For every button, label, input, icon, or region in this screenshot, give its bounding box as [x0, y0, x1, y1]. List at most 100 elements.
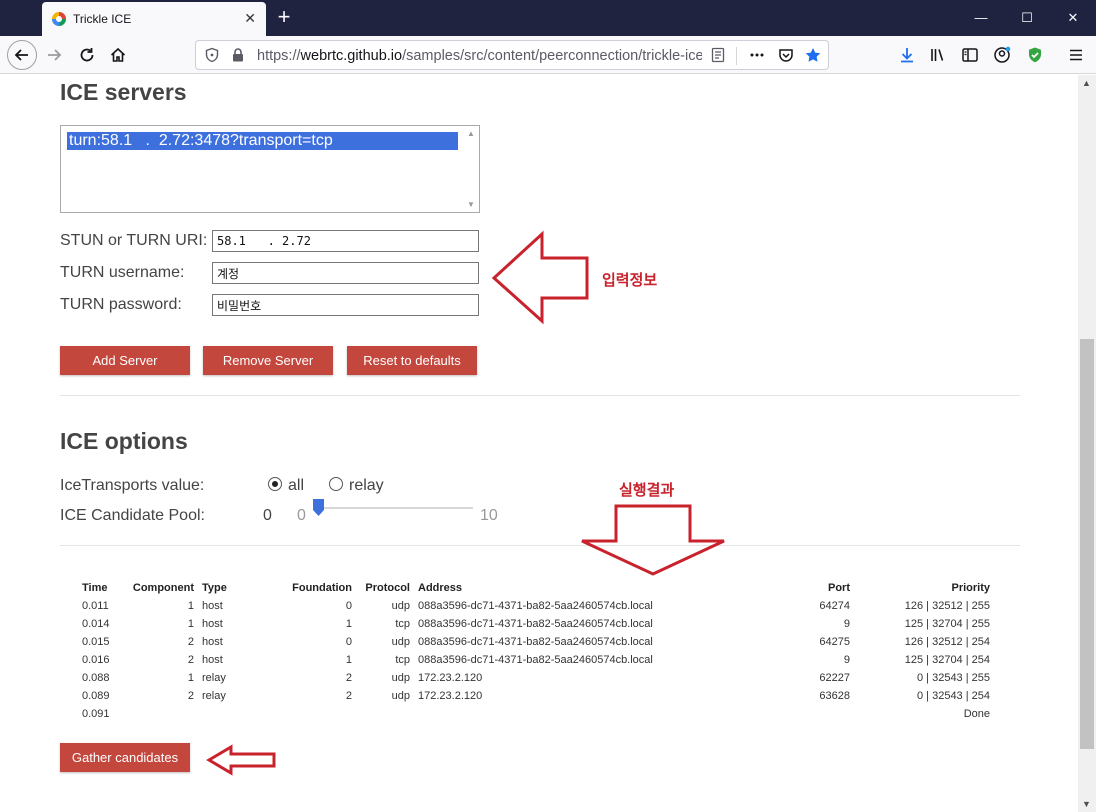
cell-foundation: 1 [345, 654, 352, 666]
username-input[interactable] [212, 262, 479, 284]
servers-listbox[interactable]: turn:58.1 . 2.72:3478?transport=tcp ▲ ▼ [60, 125, 480, 213]
add-server-button[interactable]: Add Server [60, 346, 190, 375]
minimize-button[interactable]: — [958, 0, 1004, 36]
page-scrollbar[interactable]: ▲ ▼ [1078, 75, 1096, 812]
cell-address: 172.23.2.120 [418, 690, 483, 702]
ice-servers-heading: ICE servers [60, 79, 187, 105]
listbox-scrollbar[interactable]: ▲ ▼ [463, 126, 479, 212]
cell-foundation: 2 [345, 690, 352, 702]
extension-button[interactable] [1023, 43, 1047, 67]
remove-server-button[interactable]: Remove Server [203, 346, 333, 375]
scrollbar-thumb[interactable] [1080, 339, 1094, 749]
table-header-row: Time Component Type Foundation Protocol … [78, 579, 994, 597]
uri-label: STUN or TURN URI: [60, 232, 208, 249]
cell-time: 0.015 [82, 636, 110, 648]
scroll-up-icon[interactable]: ▲ [1082, 78, 1091, 88]
back-button[interactable] [7, 40, 37, 70]
scroll-down-icon[interactable]: ▼ [1082, 799, 1091, 809]
table-row: 0.015 2 host 0 udp 088a3596-dc71-4371-ba… [78, 633, 994, 651]
reset-defaults-button[interactable]: Reset to defaults [347, 346, 477, 375]
ice-options-heading: ICE options [60, 428, 188, 454]
col-header-priority: Priority [951, 582, 990, 594]
table-row-final: 0.091 Done [78, 705, 994, 723]
browser-titlebar: Trickle ICE ✕ + — ☐ ✕ [0, 0, 1096, 36]
tab-close-icon[interactable]: ✕ [244, 10, 256, 26]
cell-component: 2 [187, 690, 194, 702]
transport-all-label[interactable]: all [288, 477, 304, 495]
candidate-pool-max: 10 [480, 507, 498, 524]
cell-component: 1 [187, 618, 194, 630]
server-list-item-selected[interactable]: turn:58.1 . 2.72:3478?transport=tcp [67, 132, 458, 150]
cell-priority: 0 | 32543 | 254 [917, 690, 990, 702]
cell-time: 0.011 [82, 600, 109, 612]
transport-relay-radio[interactable] [329, 477, 343, 491]
cell-port: 63628 [819, 690, 850, 702]
cell-port: 9 [843, 654, 850, 666]
candidates-table: Time Component Type Foundation Protocol … [78, 579, 994, 723]
cell-time: 0.089 [82, 690, 110, 702]
table-row: 0.088 1 relay 2 udp 172.23.2.120 62227 0… [78, 669, 994, 687]
reload-button[interactable] [73, 41, 101, 69]
gather-candidates-button[interactable]: Gather candidates [60, 743, 190, 772]
downloads-button[interactable] [895, 43, 919, 67]
col-header-type: Type [202, 582, 227, 594]
home-button[interactable] [104, 41, 132, 69]
page-actions-menu-icon[interactable] [749, 47, 765, 63]
account-button[interactable] [990, 43, 1014, 67]
uri-input[interactable] [212, 230, 479, 252]
cell-address: 172.23.2.120 [418, 672, 483, 684]
url-text: https://webrtc.github.io/samples/src/con… [257, 48, 702, 64]
listbox-scroll-down-icon[interactable]: ▼ [467, 200, 475, 209]
close-window-button[interactable]: ✕ [1050, 0, 1096, 36]
pocket-icon[interactable] [778, 47, 794, 63]
cell-address: 088a3596-dc71-4371-ba82-5aa2460574cb.loc… [418, 654, 653, 666]
library-icon [931, 49, 944, 61]
library-button[interactable] [926, 43, 950, 67]
table-row: 0.089 2 relay 2 udp 172.23.2.120 63628 0… [78, 687, 994, 705]
url-bar[interactable]: https://webrtc.github.io/samples/src/con… [195, 40, 829, 70]
cell-foundation: 2 [345, 672, 352, 684]
transport-all-radio[interactable] [268, 477, 282, 491]
col-header-component: Component [132, 582, 194, 594]
col-header-protocol: Protocol [365, 582, 410, 594]
forward-button[interactable] [40, 41, 68, 69]
forward-arrow-icon [48, 49, 62, 61]
back-arrow-icon [14, 49, 28, 61]
cell-component: 2 [187, 636, 194, 648]
app-menu-button[interactable] [1064, 43, 1088, 67]
candidate-pool-slider-thumb[interactable] [313, 499, 324, 516]
cell-component: 1 [187, 600, 194, 612]
bookmark-star-icon[interactable] [805, 47, 821, 63]
transport-relay-label[interactable]: relay [349, 477, 384, 495]
col-header-foundation: Foundation [292, 582, 352, 594]
new-tab-button[interactable]: + [272, 5, 296, 29]
listbox-scroll-up-icon[interactable]: ▲ [467, 129, 475, 138]
cell-component: 2 [187, 654, 194, 666]
cell-port: 64274 [819, 600, 850, 612]
reload-icon [80, 48, 94, 62]
cell-status-done: Done [963, 708, 990, 720]
browser-navbar: https://webrtc.github.io/samples/src/con… [0, 36, 1096, 74]
sidebar-button[interactable] [958, 43, 982, 67]
reader-view-icon[interactable] [710, 47, 726, 63]
cell-port: 9 [843, 618, 850, 630]
sidebar-icon [962, 48, 978, 62]
cell-address: 088a3596-dc71-4371-ba82-5aa2460574cb.loc… [418, 618, 653, 630]
browser-tab[interactable]: Trickle ICE ✕ [42, 2, 266, 36]
section-divider [60, 545, 1020, 546]
table-row: 0.011 1 host 0 udp 088a3596-dc71-4371-ba… [78, 597, 994, 615]
webrtc-favicon-icon [52, 12, 66, 26]
urlbar-divider [736, 47, 737, 65]
annotation-result: 실행결과 [619, 481, 675, 499]
cell-priority: 125 | 32704 | 254 [904, 654, 990, 666]
cell-address: 088a3596-dc71-4371-ba82-5aa2460574cb.loc… [418, 636, 653, 648]
maximize-button[interactable]: ☐ [1004, 0, 1050, 36]
tab-title: Trickle ICE [73, 12, 132, 26]
candidate-pool-slider-track[interactable] [318, 507, 473, 509]
section-divider [60, 395, 1020, 396]
password-input[interactable] [212, 294, 479, 316]
lock-icon [233, 48, 243, 62]
candidate-pool-min: 0 [297, 507, 306, 524]
cell-protocol: udp [391, 690, 410, 702]
cell-priority: 0 | 32543 | 255 [917, 672, 990, 684]
